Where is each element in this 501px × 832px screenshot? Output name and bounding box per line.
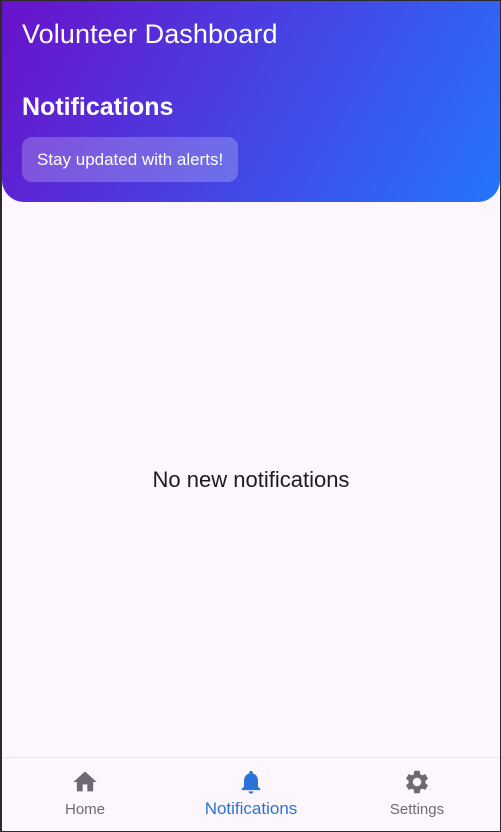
home-icon: [71, 768, 99, 796]
bottom-navigation: Home Notifications Settings: [2, 757, 500, 831]
nav-item-settings[interactable]: Settings: [334, 758, 500, 831]
app-title: Volunteer Dashboard: [22, 19, 278, 49]
nav-item-home[interactable]: Home: [2, 758, 168, 831]
bell-icon: [237, 768, 265, 796]
alert-chip: Stay updated with alerts!: [22, 137, 239, 182]
app-screen: Volunteer Dashboard Notifications Stay u…: [0, 0, 501, 832]
page-title: Notifications: [22, 93, 174, 121]
empty-state-message: No new notifications: [152, 467, 350, 492]
nav-label-settings: Settings: [389, 801, 445, 818]
nav-item-notifications[interactable]: Notifications: [168, 758, 334, 831]
nav-label-notifications: Notifications: [204, 799, 298, 818]
gear-icon: [403, 768, 431, 796]
header-banner: Volunteer Dashboard Notifications Stay u…: [2, 1, 500, 202]
alert-chip-label: Stay updated with alerts!: [37, 149, 224, 169]
nav-label-home: Home: [64, 801, 105, 818]
